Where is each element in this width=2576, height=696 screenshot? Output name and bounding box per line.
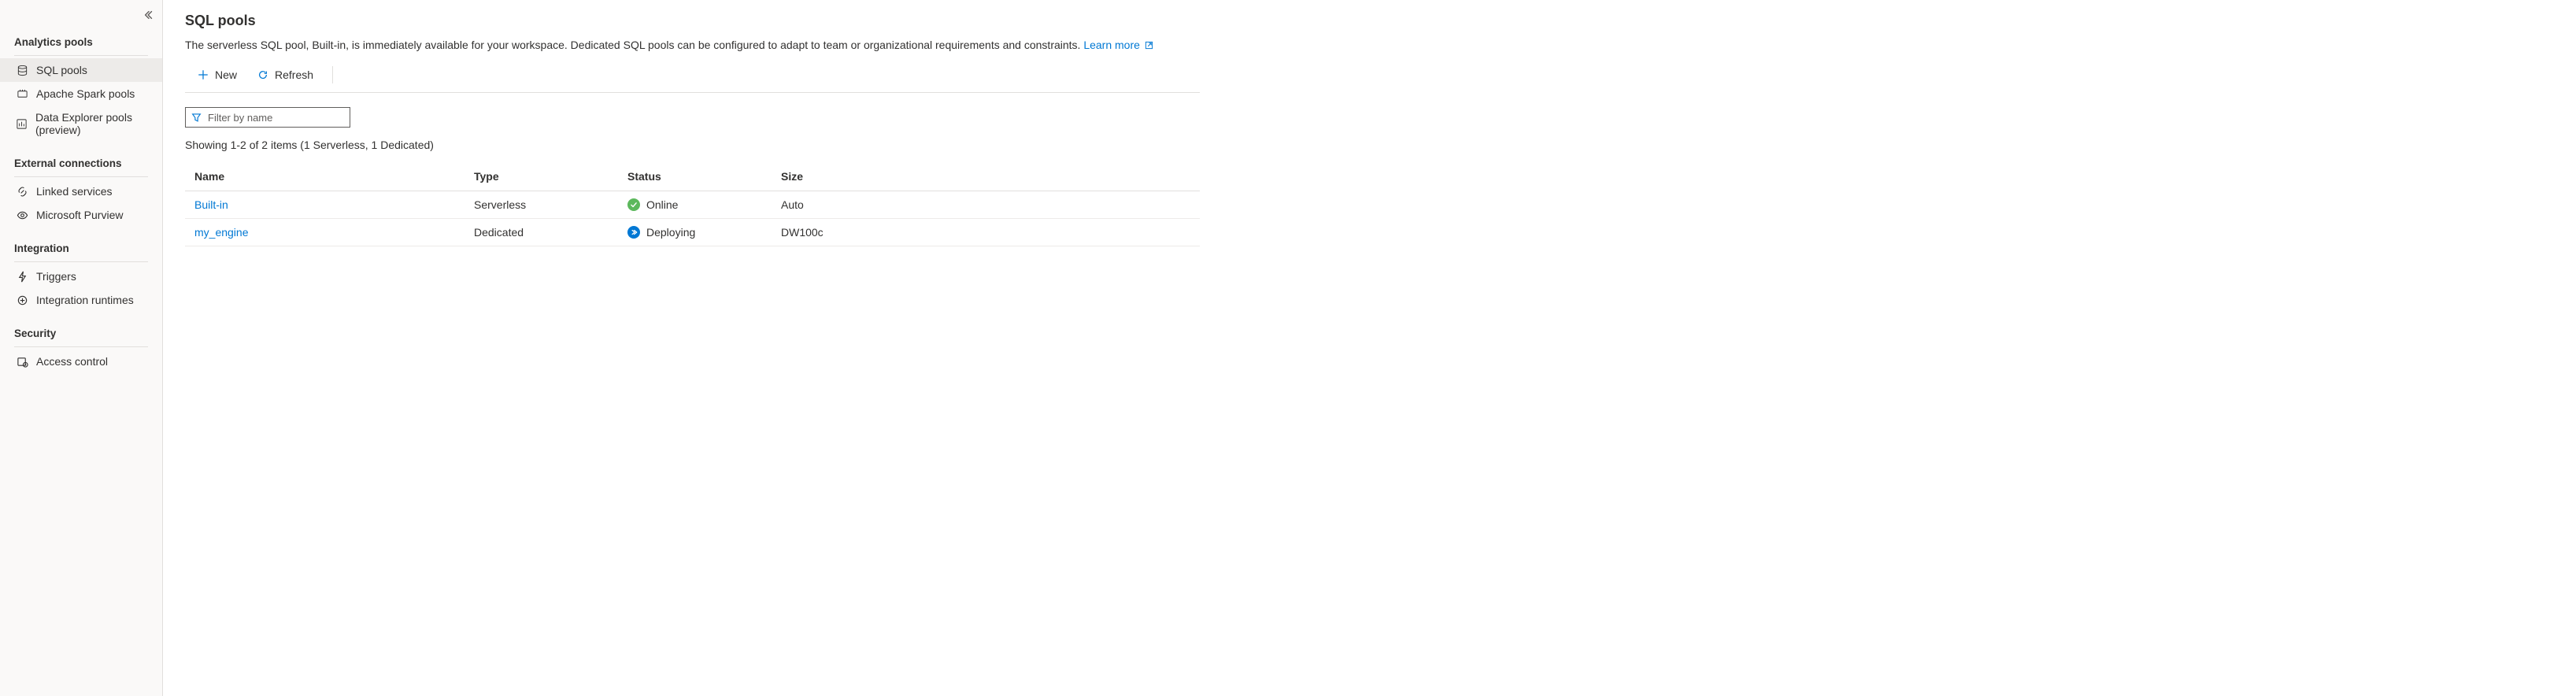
status-text: Online <box>646 198 678 211</box>
key-icon <box>16 356 28 368</box>
filter-icon <box>191 113 202 123</box>
divider <box>14 55 148 56</box>
divider <box>14 261 148 262</box>
sidebar-item-apache-spark-pools[interactable]: Apache Spark pools <box>0 82 162 106</box>
description-text: The serverless SQL pool, Built-in, is im… <box>185 39 1083 51</box>
col-header-size[interactable]: Size <box>772 162 1200 191</box>
plus-icon <box>198 69 209 80</box>
sidebar-section-analytics-pools: Analytics pools <box>0 30 162 53</box>
pool-name-link[interactable]: Built-in <box>194 198 228 211</box>
database-icon <box>16 65 28 76</box>
data-explorer-icon <box>16 118 28 130</box>
sidebar-item-label: Integration runtimes <box>36 294 134 306</box>
sidebar-section-external-connections: External connections <box>0 151 162 174</box>
new-button[interactable]: New <box>193 65 242 84</box>
pool-type: Serverless <box>464 191 618 219</box>
pool-size: Auto <box>772 191 1200 219</box>
refresh-icon <box>257 69 268 80</box>
lightning-icon <box>16 271 28 283</box>
filter-wrap <box>185 107 350 128</box>
sidebar-item-access-control[interactable]: Access control <box>0 350 162 373</box>
collapse-sidebar-button[interactable] <box>143 9 154 23</box>
learn-more-label: Learn more <box>1083 39 1140 51</box>
learn-more-link[interactable]: Learn more <box>1083 39 1153 51</box>
status-deploying-icon <box>627 226 640 239</box>
toolbar-separator <box>332 66 333 83</box>
eye-icon <box>16 209 28 221</box>
status-cell: Deploying <box>627 226 762 239</box>
col-header-status[interactable]: Status <box>618 162 772 191</box>
sql-pools-table: Name Type Status Size Built-in Serverles… <box>185 162 1200 246</box>
runtime-icon <box>16 294 28 306</box>
divider <box>14 346 148 347</box>
table-header-row: Name Type Status Size <box>185 162 1200 191</box>
page-title: SQL pools <box>185 13 1200 29</box>
toolbar: New Refresh <box>185 61 1200 93</box>
results-count: Showing 1-2 of 2 items (1 Serverless, 1 … <box>185 139 1200 151</box>
refresh-button[interactable]: Refresh <box>253 65 318 84</box>
sidebar-item-label: Access control <box>36 355 108 368</box>
sidebar-item-label: Microsoft Purview <box>36 209 123 221</box>
divider <box>14 176 148 177</box>
filter-input[interactable] <box>185 107 350 128</box>
new-label: New <box>215 68 237 81</box>
sidebar-item-integration-runtimes[interactable]: Integration runtimes <box>0 288 162 312</box>
table-row[interactable]: Built-in Serverless Online Auto <box>185 191 1200 219</box>
refresh-label: Refresh <box>275 68 313 81</box>
status-online-icon <box>627 198 640 211</box>
sidebar-item-label: Data Explorer pools (preview) <box>35 111 148 136</box>
link-icon <box>16 186 28 198</box>
sidebar-item-triggers[interactable]: Triggers <box>0 265 162 288</box>
sidebar-item-label: Triggers <box>36 270 76 283</box>
col-header-type[interactable]: Type <box>464 162 618 191</box>
sidebar: Analytics pools SQL pools Apache Spark p… <box>0 0 163 696</box>
pool-name-link[interactable]: my_engine <box>194 226 249 239</box>
sidebar-item-microsoft-purview[interactable]: Microsoft Purview <box>0 203 162 227</box>
sidebar-item-label: Linked services <box>36 185 113 198</box>
pool-size: DW100c <box>772 219 1200 246</box>
sidebar-item-sql-pools[interactable]: SQL pools <box>0 58 162 82</box>
sidebar-item-label: Apache Spark pools <box>36 87 135 100</box>
main-content: SQL pools The serverless SQL pool, Built… <box>163 0 1222 696</box>
sidebar-section-integration: Integration <box>0 236 162 259</box>
status-text: Deploying <box>646 226 695 239</box>
page-description: The serverless SQL pool, Built-in, is im… <box>185 39 1200 51</box>
sidebar-item-label: SQL pools <box>36 64 87 76</box>
status-cell: Online <box>627 198 762 211</box>
sidebar-section-security: Security <box>0 321 162 344</box>
empty-space <box>1222 0 2576 696</box>
col-header-name[interactable]: Name <box>185 162 464 191</box>
spark-icon <box>16 88 28 100</box>
pool-type: Dedicated <box>464 219 618 246</box>
table-row[interactable]: my_engine Dedicated Deploying DW100c <box>185 219 1200 246</box>
sidebar-item-data-explorer-pools[interactable]: Data Explorer pools (preview) <box>0 106 162 142</box>
sidebar-item-linked-services[interactable]: Linked services <box>0 180 162 203</box>
